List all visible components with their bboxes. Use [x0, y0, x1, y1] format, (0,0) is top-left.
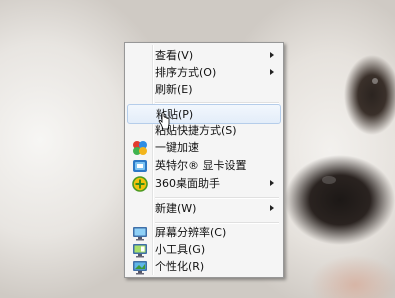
menu-item-360-desktop-helper[interactable]: 360桌面助手 — [127, 174, 281, 194]
monitor-icon — [133, 227, 147, 241]
menu-item-refresh[interactable]: 刷新(E) — [127, 80, 281, 100]
menu-item-label: 新建(W) — [155, 202, 197, 215]
360-desktop-helper-icon — [132, 176, 148, 192]
360-speedup-icon — [133, 141, 147, 155]
menu-item-label: 排序方式(O) — [155, 66, 217, 79]
menu-item-label: 屏幕分辨率(C) — [155, 226, 227, 239]
submenu-arrow-icon — [270, 69, 274, 75]
wallpaper-eye-highlight — [372, 78, 378, 84]
gadgets-icon — [133, 244, 147, 258]
menu-item-label: 一键加速 — [155, 141, 199, 154]
submenu-arrow-icon — [270, 205, 274, 211]
desktop-context-menu: 查看(V) 排序方式(O) 刷新(E) 粘贴(P) 粘贴快捷方式(S) 一键加速… — [124, 42, 284, 278]
mouse-cursor-icon — [158, 112, 170, 130]
submenu-arrow-icon — [270, 52, 274, 58]
menu-item-speedup[interactable]: 一键加速 — [127, 138, 281, 158]
menu-item-intel-graphics[interactable]: 英特尔® 显卡设置 — [127, 156, 281, 176]
menu-item-label: 360桌面助手 — [155, 177, 220, 190]
menu-item-personalize[interactable]: 个性化(R) — [127, 257, 281, 277]
menu-item-label: 英特尔® 显卡设置 — [155, 159, 247, 172]
personalize-icon — [133, 261, 147, 275]
wallpaper-nose-highlight — [322, 176, 336, 184]
menu-item-label: 个性化(R) — [155, 260, 205, 273]
intel-graphics-icon — [133, 160, 147, 172]
submenu-arrow-icon — [270, 180, 274, 186]
menu-item-label: 小工具(G) — [155, 243, 206, 256]
menu-item-label: 刷新(E) — [155, 83, 193, 96]
menu-item-label: 查看(V) — [155, 49, 194, 62]
menu-item-new[interactable]: 新建(W) — [127, 199, 281, 219]
